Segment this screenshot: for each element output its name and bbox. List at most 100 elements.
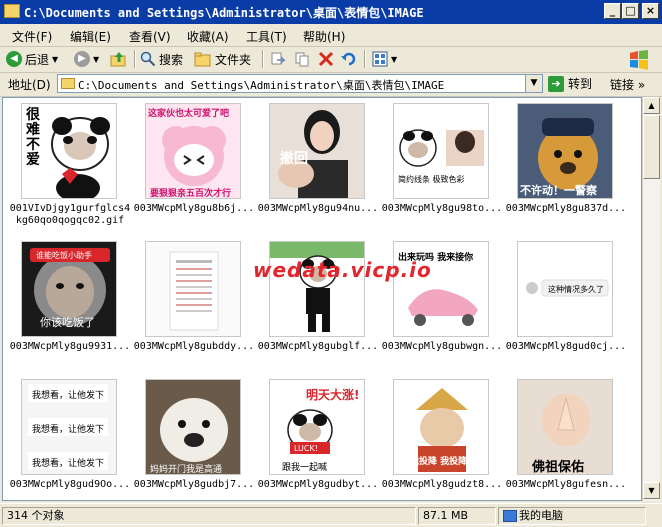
file-name: 003MWcpMly8gud9Oo... (9, 479, 131, 490)
window-title: C:\Documents and Settings\Administrator\… (24, 6, 424, 20)
file-item[interactable]: 不许动！一警察 003MWcpMly8gu837d... (503, 100, 626, 230)
status-size: 87.1 MB (418, 507, 496, 525)
status-location: 我的电脑 (498, 507, 646, 525)
up-folder-button[interactable] (110, 49, 128, 69)
explorer-window: C:\Documents and Settings\Administrator\… (0, 0, 662, 527)
back-button[interactable]: ◀ 后退 ▼ (6, 49, 58, 69)
file-view[interactable]: 很难不爱 001VIvDjgy1gurfglcs4kg60qo0qogqc02.… (2, 97, 642, 501)
file-item[interactable]: 很难不爱 001VIvDjgy1gurfglcs4kg60qo0qogqc02.… (7, 100, 130, 230)
undo-button[interactable] (340, 49, 358, 69)
address-input[interactable]: C:\Documents and Settings\Administrator\… (57, 74, 543, 93)
search-icon (140, 51, 156, 67)
search-button[interactable]: 搜索 (140, 49, 183, 69)
thumbnail: 这家伙也太可爱了吧 要狠狠亲五百次才行 (145, 103, 241, 199)
file-item[interactable]: 撤回 003MWcpMly8gu94nu... (255, 100, 378, 230)
image-caption: 我想看，让他发下 (32, 391, 105, 401)
folder-icon (61, 78, 75, 89)
thumbnail: 我想看，让他发下 我想看，让他发下 我想看，让他发下 (21, 379, 117, 475)
toolbar: ◀ 后退 ▼ ▶ ▼ 搜索 文件夹 ▼ (0, 46, 662, 73)
status-object-count: 314 个对象 (2, 507, 416, 525)
file-name: 003MWcpMly8gud0cj... (505, 341, 627, 352)
file-item[interactable]: 我投降 我投降 003MWcpMly8gudzt8... (379, 376, 502, 500)
forward-button[interactable]: ▶ ▼ (74, 49, 99, 69)
search-label: 搜索 (159, 52, 184, 67)
delete-button[interactable] (318, 49, 334, 69)
up-folder-icon (110, 52, 126, 67)
address-path: C:\Documents and Settings\Administrator\… (78, 79, 445, 92)
menu-tools[interactable]: 工具(T) (246, 28, 287, 45)
menu-edit[interactable]: 编辑(E) (70, 28, 111, 45)
menu-view[interactable]: 查看(V) (129, 28, 171, 45)
chevron-down-icon: ▼ (52, 54, 59, 64)
back-label: 后退 (25, 52, 50, 67)
image-caption: 不许动！一警察 (520, 184, 597, 197)
file-item[interactable]: 我想看，让他发下 我想看，让他发下 我想看，让他发下 003MWcpMly8gu… (7, 376, 130, 500)
status-location-label: 我的电脑 (519, 509, 563, 522)
file-name: 003MWcpMly8gudbyt... (257, 479, 379, 490)
go-button[interactable]: ➔ 转到 (548, 75, 592, 92)
image-caption: 我投降 我投降 (410, 457, 468, 467)
file-item[interactable]: 佛祖保佑 003MWcpMly8gufesn... (503, 376, 626, 500)
thumbnail: 佛祖保佑 (517, 379, 613, 475)
delete-icon (318, 51, 334, 67)
panda-dance-image (270, 242, 364, 336)
image-caption-repeat: 我想看，让他发下 (32, 459, 105, 469)
back-arrow-icon: ◀ (6, 51, 22, 67)
image-caption: 这家伙也太可爱了吧 (148, 109, 230, 119)
menu-file[interactable]: 文件(F) (12, 28, 52, 45)
menu-bar: 文件(F) 编辑(E) 查看(V) 收藏(A) 工具(T) 帮助(H) (0, 24, 662, 70)
file-item[interactable]: 谁能吃饭小助手 你该吃饭了 003MWcpMly8gu9931... (7, 238, 130, 368)
file-name: 003MWcpMly8gubwgn... (381, 341, 503, 352)
views-button[interactable]: ▼ (372, 49, 397, 69)
undo-icon (341, 52, 356, 66)
minimize-button[interactable]: _ (604, 3, 621, 19)
thumbnail: 这种情况多久了 (517, 241, 613, 337)
image-caption-bottom: 要狠狠亲五百次才行 (150, 189, 232, 199)
scroll-up-button[interactable]: ▲ (643, 97, 660, 114)
file-name: 003MWcpMly8gubglf... (257, 341, 379, 352)
chevron-down-icon: ▼ (93, 54, 100, 64)
links-button[interactable]: 链接 » (610, 76, 645, 93)
thumbnail: 妈妈开门我是高通 (145, 379, 241, 475)
go-arrow-icon: ➔ (548, 75, 564, 92)
image-caption: 这种情况多久了 (548, 285, 604, 294)
folders-button[interactable]: 文件夹 (194, 49, 251, 69)
toolbar-divider (262, 50, 264, 68)
scroll-down-button[interactable]: ▼ (643, 482, 660, 499)
image-caption: 妈妈开门我是高通 (150, 465, 223, 475)
move-to-button[interactable] (270, 49, 286, 69)
file-name: 001VIvDjgy1gurfglcs4kg60qo0qogqc02.gif (9, 203, 131, 226)
image-caption: 很难不爱 (26, 107, 40, 168)
address-label: 地址(D) (8, 78, 51, 92)
thumbnail: 我投降 我投降 (393, 379, 489, 475)
vertical-scrollbar[interactable]: ▲ ▼ (642, 97, 660, 501)
file-item[interactable]: 这种情况多久了 003MWcpMly8gud0cj... (503, 238, 626, 368)
scroll-thumb[interactable] (643, 115, 660, 179)
file-name: 003MWcpMly8gu98to... (381, 203, 503, 214)
image-caption-top: 谁能吃饭小助手 (36, 251, 92, 260)
watermark-text: wedata.vicp.io (253, 258, 432, 282)
file-name: 003MWcpMly8gu9931... (9, 341, 131, 352)
document-image (146, 242, 240, 336)
file-item[interactable]: 妈妈开门我是高通 003MWcpMly8gudbj7... (131, 376, 254, 500)
file-name: 003MWcpMly8gu94nu... (257, 203, 379, 214)
chevron-down-icon: ▼ (391, 54, 398, 64)
move-to-icon (271, 52, 286, 65)
maximize-button[interactable]: □ (622, 3, 639, 19)
copy-to-button[interactable] (294, 49, 310, 69)
file-item[interactable]: 简约线条 极致色彩 003MWcpMly8gu98to... (379, 100, 502, 230)
folder-icon (4, 4, 20, 18)
file-item[interactable]: 明天大涨! LUCK! 跟我一起喊 003MWcpMly8gudbyt... (255, 376, 378, 500)
file-item[interactable]: 003MWcpMly8gubddy... (131, 238, 254, 368)
menu-favorites[interactable]: 收藏(A) (187, 28, 229, 45)
address-dropdown-button[interactable]: ▼ (525, 75, 542, 92)
image-caption-bottom: 跟我一起喊 (282, 463, 328, 473)
image-caption: 你该吃饭了 (40, 316, 95, 329)
close-button[interactable]: × (642, 3, 659, 19)
menu-help[interactable]: 帮助(H) (303, 28, 345, 45)
polar-bear-image (146, 380, 240, 474)
title-bar[interactable]: C:\Documents and Settings\Administrator\… (0, 0, 662, 24)
image-caption-luck: LUCK! (294, 444, 318, 453)
thumbnail: 出来玩吗 我来接你 (393, 241, 489, 337)
file-item[interactable]: 这家伙也太可爱了吧 要狠狠亲五百次才行 003MWcpMly8gu8b6j... (131, 100, 254, 230)
